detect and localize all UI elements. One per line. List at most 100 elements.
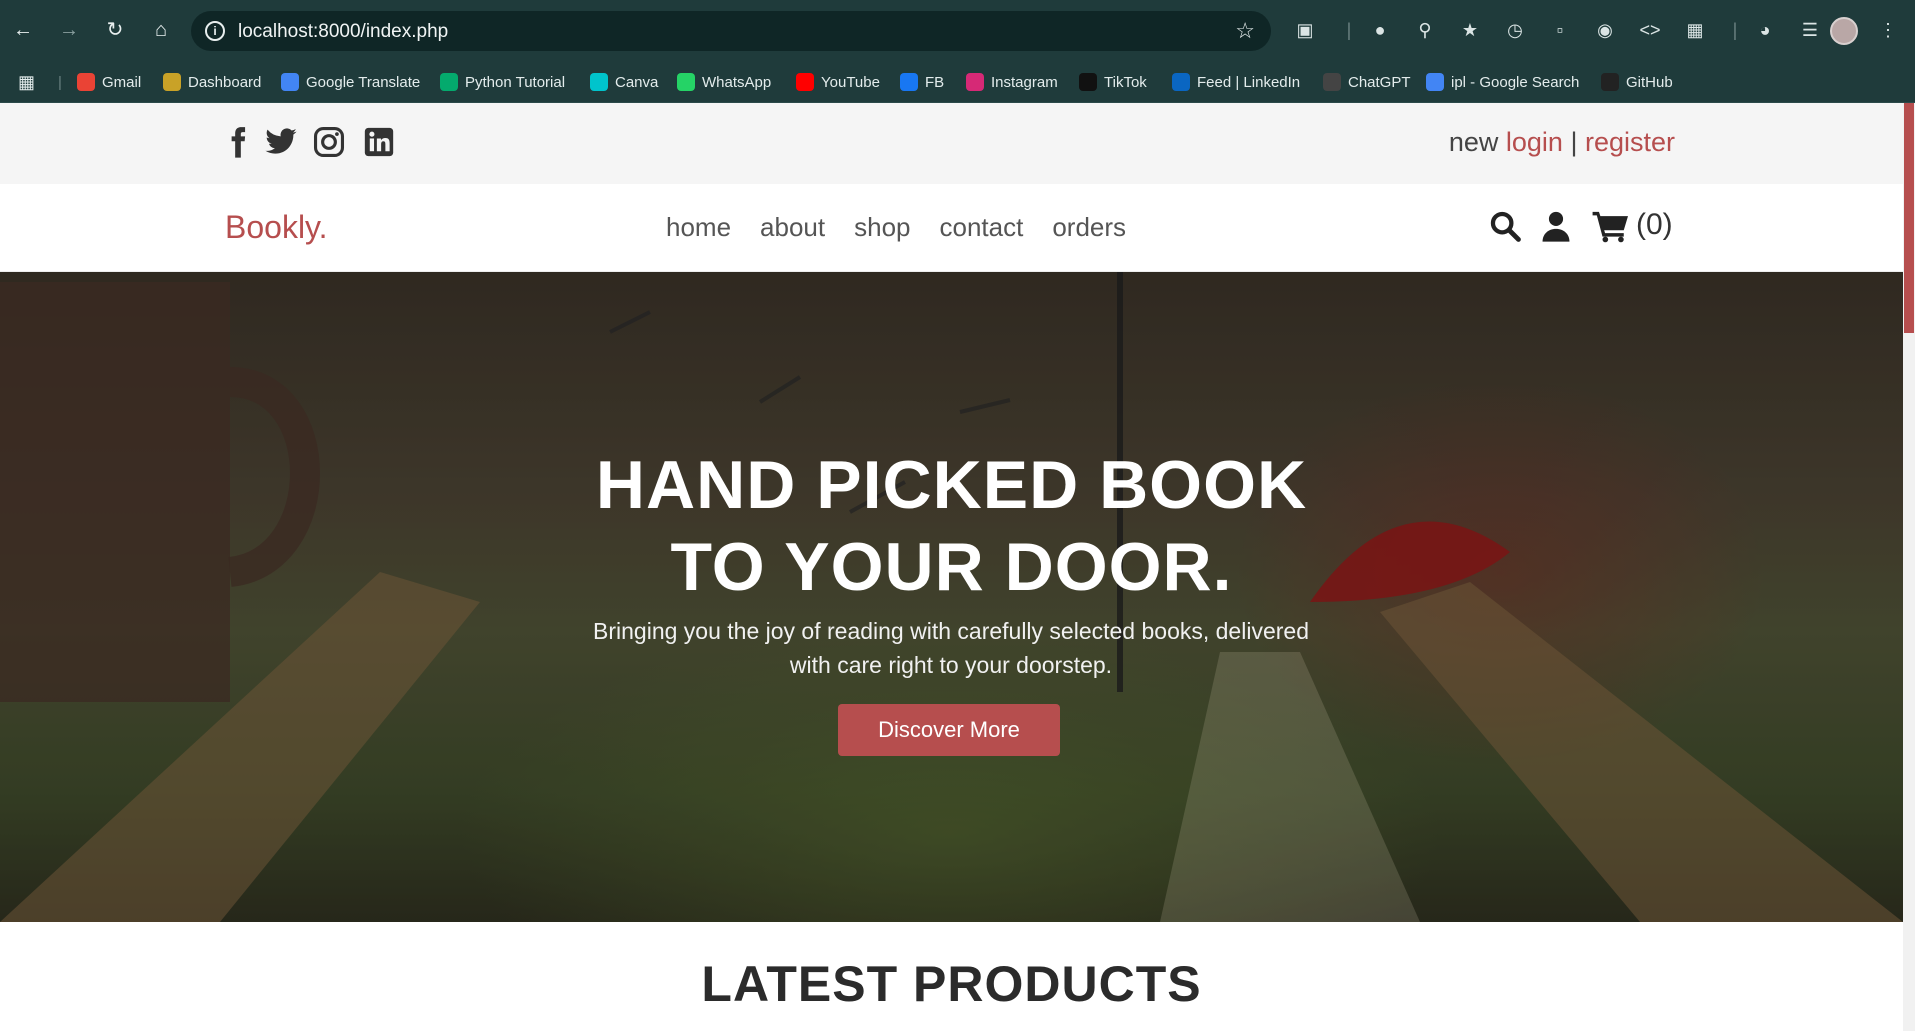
bookmark-whatsapp[interactable]: WhatsApp (677, 71, 771, 93)
bookmark-gmail[interactable]: Gmail (77, 71, 141, 93)
hero-banner: HAND PICKED BOOK TO YOUR DOOR. Bringing … (0, 272, 1903, 922)
bookmark-star-icon[interactable]: ☆ (1235, 18, 1255, 44)
bookmark-facebook[interactable]: FB (900, 71, 944, 93)
bookmarks-bar: ▦ | Gmail Dashboard Google Translate Python… (0, 61, 1915, 103)
qr-code-icon[interactable]: ▦ (1682, 17, 1708, 43)
url-text: localhost:8000/index.php (238, 21, 449, 42)
bookmark-label: Google Translate (306, 73, 421, 91)
tiktok-icon (1079, 73, 1097, 91)
discover-more-button[interactable]: Discover More (838, 704, 1060, 756)
bookmark-youtube[interactable]: YouTube (796, 71, 880, 93)
auth-prefix: new (1448, 127, 1499, 157)
bookmark-label: TikTok (1104, 73, 1147, 91)
search-icon[interactable] (1488, 209, 1522, 243)
extensions-icon[interactable]: ▣ (1292, 17, 1318, 43)
nav-shop[interactable]: shop (854, 212, 910, 243)
hero-subtitle: Bringing you the joy of reading with car… (593, 618, 1309, 678)
canva-icon (590, 73, 608, 91)
w3schools-icon (440, 73, 458, 91)
bookmark-label: YouTube (821, 73, 880, 91)
bookmark-label: ChatGPT (1348, 73, 1411, 91)
back-arrow-icon[interactable]: ← (9, 16, 37, 44)
site-logo[interactable]: Bookly. (225, 209, 328, 246)
nav-orders[interactable]: orders (1052, 212, 1126, 243)
bookmark-instagram[interactable]: Instagram (966, 71, 1058, 93)
scrollbar-thumb[interactable] (1904, 103, 1914, 333)
bookmark-canva[interactable]: Canva (590, 71, 658, 93)
register-link[interactable]: register (1585, 127, 1675, 157)
linkedin-icon[interactable] (362, 125, 396, 159)
bookmark-translate[interactable]: Google Translate (281, 71, 420, 93)
nav-contact[interactable]: contact (940, 212, 1024, 243)
forward-arrow-icon[interactable]: → (55, 16, 83, 44)
more-menu-icon[interactable]: ⋮ (1875, 17, 1901, 43)
hero-title-line2: TO YOUR DOOR. (670, 529, 1233, 605)
bookmark-google[interactable]: ipl - Google Search (1426, 71, 1579, 93)
facebook-icon (900, 73, 918, 91)
bookmark-w3schools[interactable]: Python Tutorial (440, 71, 565, 93)
bookmarks-star-icon[interactable]: ★ (1457, 17, 1483, 43)
latest-products-heading: LATEST PRODUCTS (701, 956, 1202, 1012)
site-info-icon[interactable]: i (205, 21, 225, 41)
hero-title: HAND PICKED BOOK TO YOUR DOOR. (0, 444, 1903, 608)
user-icon[interactable] (1539, 209, 1573, 243)
bookmark-label: Gmail (102, 73, 142, 91)
home-icon[interactable]: ⌂ (147, 16, 175, 44)
toolbar-divider: | (1732, 20, 1738, 40)
profile-avatar[interactable] (1830, 17, 1858, 45)
login-link[interactable]: login (1506, 127, 1563, 157)
chatgpt-icon (1323, 73, 1341, 91)
dashboard-icon (163, 73, 181, 91)
bookmark-label: Feed | LinkedIn (1197, 73, 1301, 91)
bookmark-label: FB (925, 73, 945, 91)
translate-icon (281, 73, 299, 91)
browser-toolbar: ← → ↻ ⌂ i localhost:8000/index.php ☆ ▣ |… (0, 0, 1915, 61)
cart-count[interactable]: (0) (1636, 208, 1673, 242)
gmail-icon (77, 73, 95, 91)
instagram-icon (966, 73, 984, 91)
twitter-icon[interactable] (264, 125, 298, 159)
bookmark-label: Instagram (991, 73, 1058, 91)
github-icon (1601, 73, 1619, 91)
top-bar: new login | register (0, 103, 1903, 184)
bookmark-label: ipl - Google Search (1451, 73, 1580, 91)
cart-icon[interactable] (1592, 209, 1630, 243)
nav-home[interactable]: home (666, 212, 731, 243)
bookmark-linkedin[interactable]: Feed | LinkedIn (1172, 71, 1300, 93)
whatsapp-icon (677, 73, 695, 91)
bookmarks-divider: | (58, 73, 62, 91)
address-bar[interactable]: i localhost:8000/index.php ☆ (191, 11, 1271, 51)
password-key-icon[interactable]: ⚲ (1412, 17, 1438, 43)
youtube-icon (796, 73, 814, 91)
bookmark-tiktok[interactable]: TikTok (1079, 71, 1147, 93)
toolbar-divider: | (1346, 20, 1352, 40)
google-icon (1426, 73, 1444, 91)
reload-icon[interactable]: ↻ (101, 16, 129, 44)
bookmark-label: Dashboard (188, 73, 262, 91)
apps-grid-icon[interactable]: ▦ (18, 71, 35, 93)
web-page: new login | register Bookly. home about … (0, 103, 1903, 1031)
bookmark-dashboard[interactable]: Dashboard (163, 71, 261, 93)
instagram-icon[interactable] (312, 125, 346, 159)
auth-links: new login | register (1449, 127, 1675, 158)
screenshot-icon[interactable]: ◉ (1592, 17, 1618, 43)
history-icon[interactable]: ◷ (1502, 17, 1528, 43)
performance-icon[interactable]: ◕ (1752, 17, 1778, 43)
bookmark-label: Canva (615, 73, 659, 91)
linkedin-icon (1172, 73, 1190, 91)
bookmark-chatgpt[interactable]: ChatGPT (1323, 71, 1411, 93)
bookmark-github[interactable]: GitHub (1601, 71, 1673, 93)
nav-about[interactable]: about (760, 212, 825, 243)
bookmark-label: GitHub (1626, 73, 1673, 91)
hero-title-line1: HAND PICKED BOOK (595, 447, 1308, 523)
page-scrollbar[interactable] (1903, 103, 1915, 1031)
devtools-code-icon[interactable]: <> (1637, 17, 1663, 43)
incognito-icon[interactable]: ● (1367, 17, 1393, 43)
reading-list-icon[interactable]: ☰ (1797, 17, 1823, 43)
facebook-icon[interactable] (221, 125, 255, 159)
auth-separator: | (1570, 127, 1578, 157)
site-header: Bookly. home about shop contact orders (… (0, 184, 1903, 272)
bookmark-label: WhatsApp (702, 73, 772, 91)
main-nav: home about shop contact orders (666, 212, 1126, 243)
delete-icon[interactable]: ▫ (1547, 17, 1573, 43)
